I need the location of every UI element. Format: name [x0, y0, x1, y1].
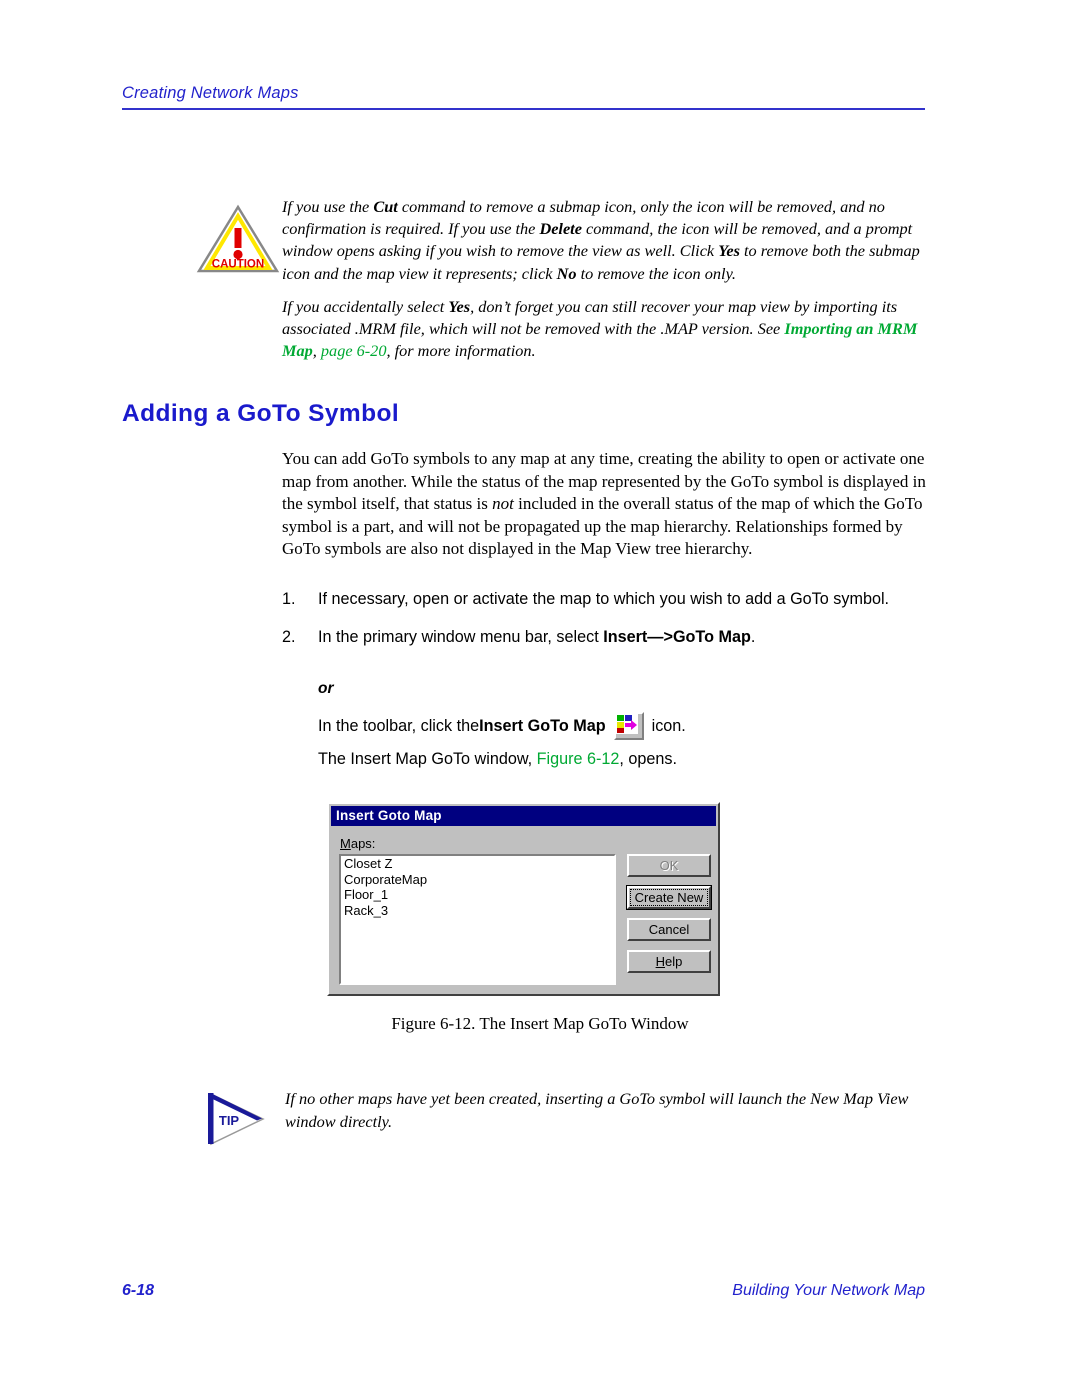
xref-separator: ,	[312, 341, 321, 361]
step-text: If necessary, open or activate the map t…	[318, 590, 890, 608]
tip-note: TIP If no other maps have yet been creat…	[205, 1088, 927, 1146]
step-number: 1.	[282, 590, 296, 608]
toolbar-button-name: Insert GoTo Map	[479, 717, 606, 735]
figure-line-lead: The Insert Map GoTo window,	[318, 750, 537, 768]
procedure-steps: 1. If necessary, open or activate the ma…	[282, 588, 927, 664]
tip-icon-label: TIP	[219, 1113, 240, 1128]
toolbar-instruction: In the toolbar, click the Insert GoTo Ma…	[318, 712, 686, 740]
note-lead: If you accidentally select	[282, 297, 449, 316]
section-heading: Adding a GoTo Symbol	[122, 400, 400, 427]
caution-text: If you use the Cut command to remove a s…	[282, 197, 920, 283]
body-paragraph: You can add GoTo symbols to any map at a…	[282, 448, 927, 561]
focus-ring	[630, 889, 708, 906]
caution-note: CAUTION If you use the Cut command to re…	[196, 196, 926, 285]
step-number: 2.	[282, 628, 296, 646]
create-new-button[interactable]: Create New	[626, 885, 712, 910]
cancel-button[interactable]: Cancel	[627, 918, 711, 941]
running-header: Creating Network Maps	[122, 84, 925, 110]
step-item: 2. In the primary window menu bar, selec…	[282, 626, 927, 648]
help-button[interactable]: Help	[627, 950, 711, 973]
page-number: 6-18	[122, 1282, 155, 1299]
dialog-button-column: OK Create New Cancel Help	[626, 854, 712, 982]
toolbar-instruction-lead: In the toolbar, click the	[318, 717, 480, 735]
menu-path-insert-goto-map: Insert—>GoTo Map	[603, 628, 751, 646]
recovery-note: If you accidentally select Yes, don’t fo…	[282, 296, 926, 363]
list-item[interactable]: Closet Z	[341, 856, 614, 872]
toolbar-instruction-tail: icon.	[651, 717, 686, 735]
maps-listbox[interactable]: Closet Z CorporateMap Floor_1 Rack_3	[339, 854, 616, 985]
ok-button[interactable]: OK	[627, 854, 711, 877]
insert-goto-map-icon[interactable]	[613, 712, 644, 740]
header-rule	[122, 108, 925, 110]
book-title: Building Your Network Map	[732, 1282, 925, 1299]
document-page: Creating Network Maps CAUTION If you use…	[0, 0, 1080, 1397]
insert-goto-map-dialog: Insert Goto Map Maps: Closet Z Corporate…	[327, 802, 720, 996]
xref-figure-6-12[interactable]: Figure 6-12	[537, 750, 620, 768]
caution-icon-label: CAUTION	[212, 259, 264, 271]
page-footer: 6-18 Building Your Network Map	[122, 1282, 925, 1300]
list-item[interactable]: CorporateMap	[341, 872, 614, 888]
note-tail: , for more information.	[386, 341, 536, 361]
body-para-emphasis: not	[492, 494, 514, 513]
note-bold-yes: Yes	[448, 297, 471, 316]
figure-reference-line: The Insert Map GoTo window, Figure 6-12,…	[318, 750, 677, 769]
step-text: In the primary window menu bar, select I…	[318, 628, 756, 646]
or-label: or	[318, 680, 334, 697]
figure-line-tail: , opens.	[619, 750, 678, 768]
dialog-body: Maps: Closet Z CorporateMap Floor_1 Rack…	[329, 826, 718, 994]
caution-icon: CAUTION	[196, 204, 280, 274]
figure-caption: Figure 6-12. The Insert Map GoTo Window	[391, 1014, 689, 1033]
header-title: Creating Network Maps	[122, 84, 299, 102]
tip-text: If no other maps have yet been created, …	[285, 1089, 909, 1131]
list-item[interactable]: Rack_3	[341, 903, 614, 919]
tip-icon: TIP	[205, 1090, 269, 1148]
step-item: 1. If necessary, open or activate the ma…	[282, 588, 927, 610]
dialog-titlebar: Insert Goto Map	[331, 806, 716, 826]
maps-list-label: Maps:	[340, 836, 376, 851]
xref-page-6-20[interactable]: page 6-20	[321, 341, 387, 360]
list-item[interactable]: Floor_1	[341, 887, 614, 903]
